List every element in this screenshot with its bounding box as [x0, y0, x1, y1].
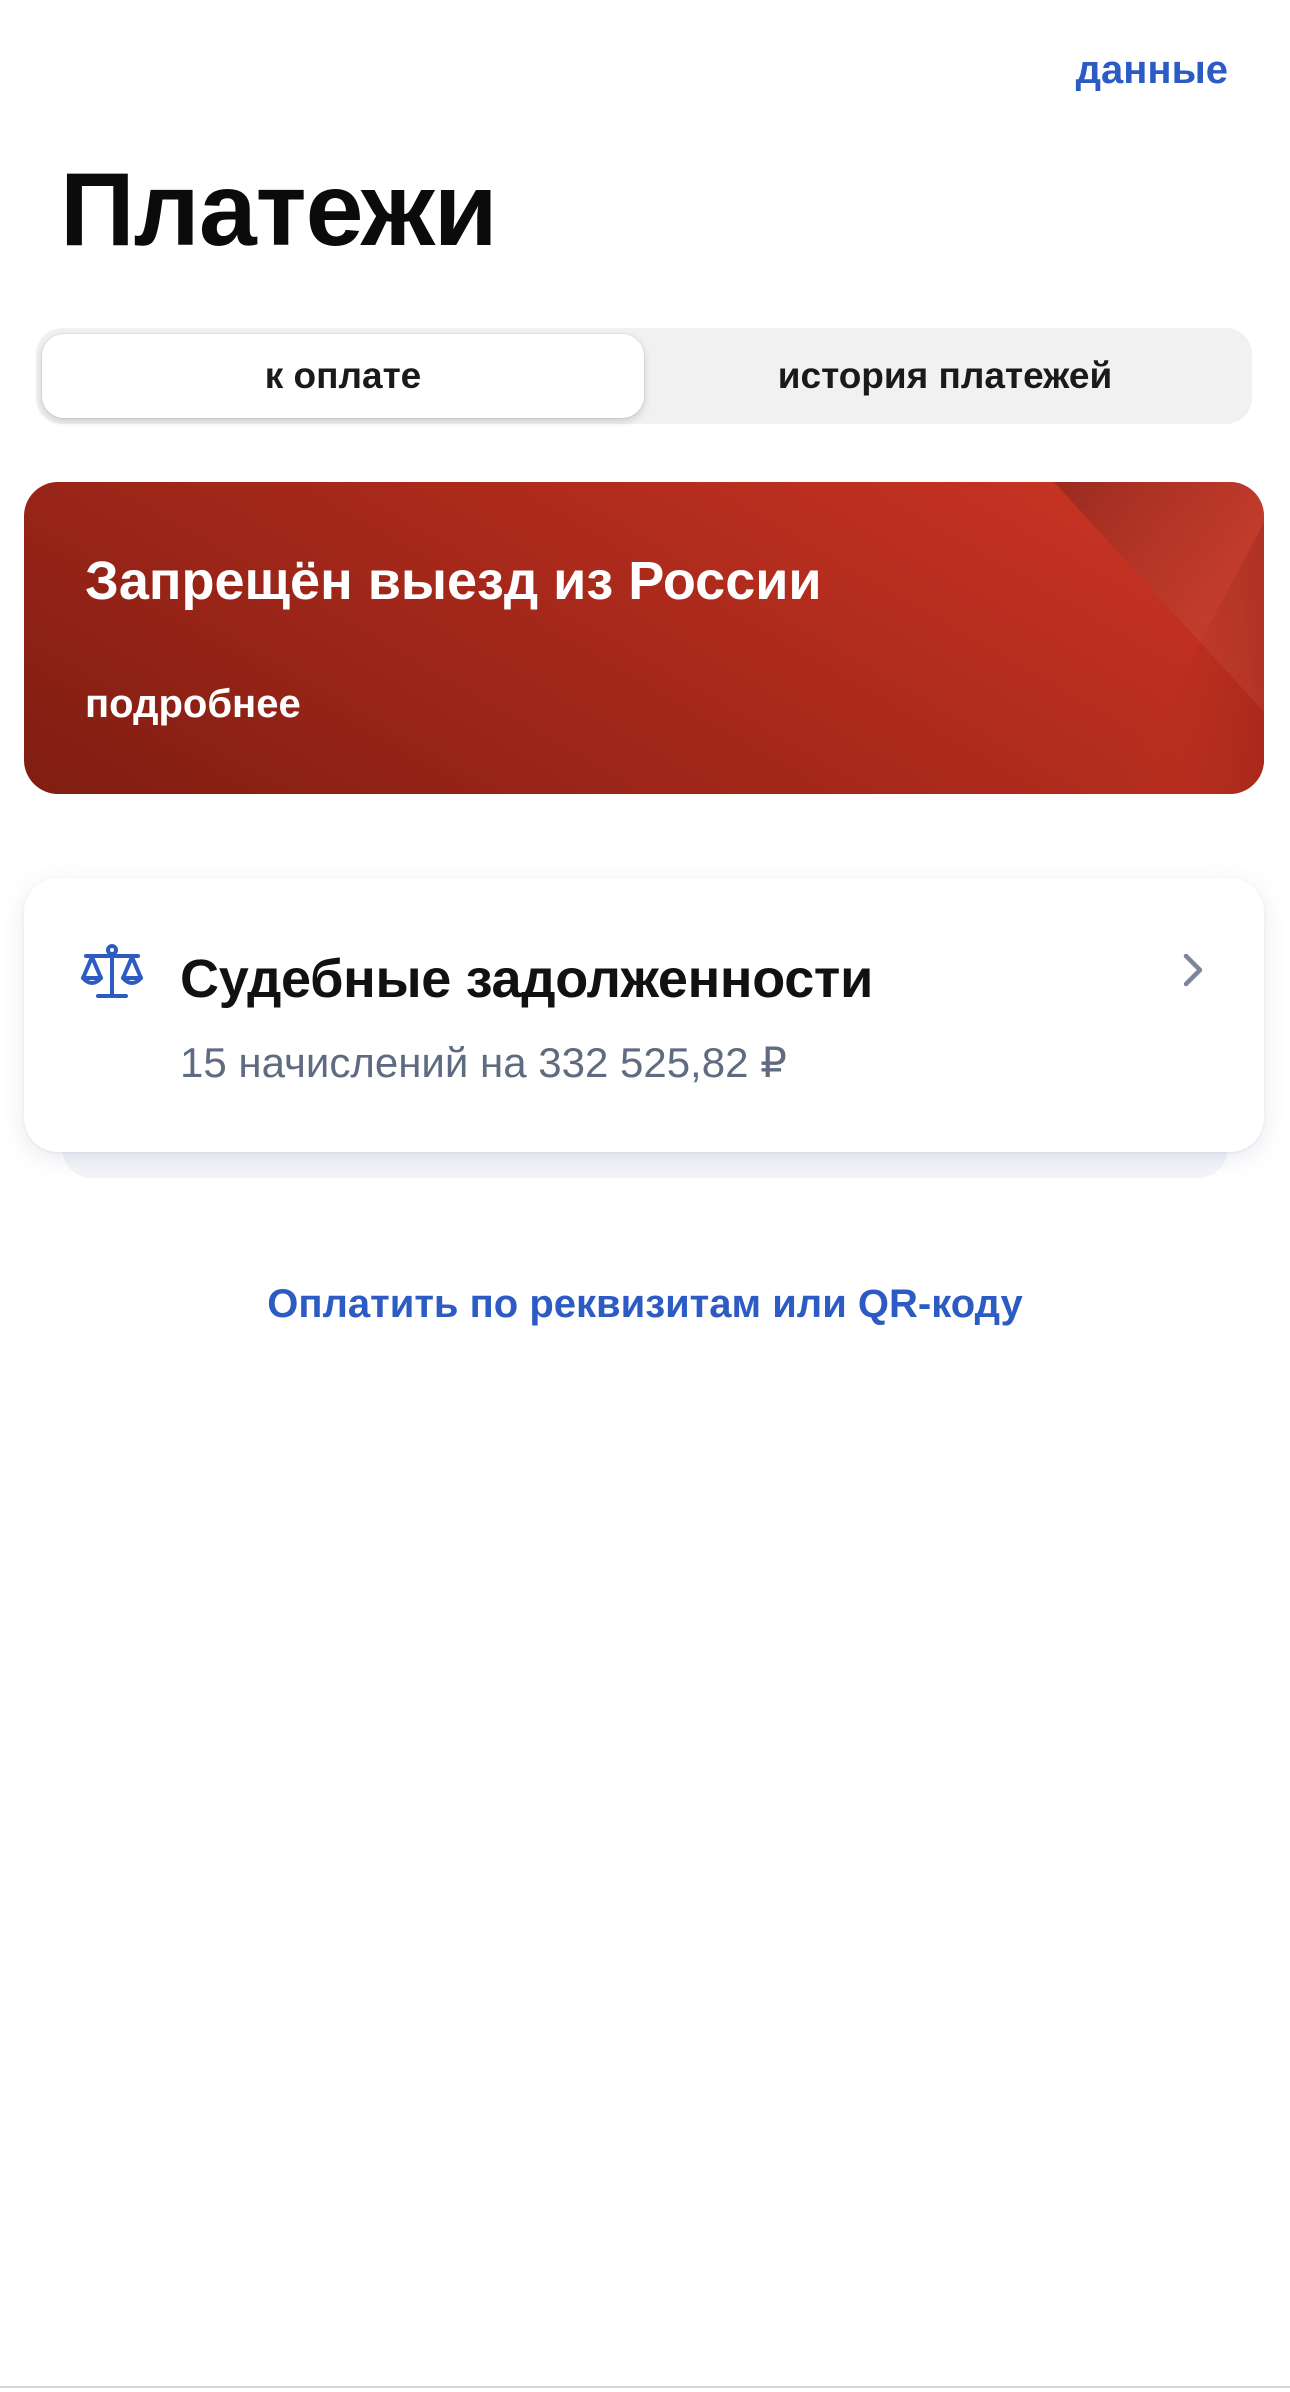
banner-decoration — [1054, 482, 1264, 794]
page-title: Платежи — [60, 152, 498, 268]
data-link[interactable]: данные — [1076, 48, 1228, 93]
bottom-divider — [0, 2386, 1290, 2388]
banner-title: Запрещён выезд из России — [85, 551, 822, 611]
card-subtitle: 15 начислений на 332 525,82 ₽ — [180, 1039, 787, 1086]
court-debts-card[interactable]: Судебные задолженности 15 начислений на … — [24, 878, 1264, 1152]
travel-ban-banner[interactable]: Запрещён выезд из России подробнее — [24, 482, 1264, 794]
card-title: Судебные задолженности — [180, 949, 873, 1009]
pay-by-details-link[interactable]: Оплатить по реквизитам или QR-коду — [0, 1282, 1290, 1327]
banner-more-link[interactable]: подробнее — [85, 682, 301, 727]
tab-to-pay[interactable]: к оплате — [42, 334, 644, 418]
payments-tab-switcher: к оплате история платежей — [36, 328, 1252, 424]
chevron-right-icon — [1183, 953, 1203, 987]
scales-icon — [81, 944, 143, 998]
payments-screen: данные Платежи к оплате история платежей… — [0, 0, 1290, 2392]
tab-payment-history[interactable]: история платежей — [644, 334, 1246, 418]
